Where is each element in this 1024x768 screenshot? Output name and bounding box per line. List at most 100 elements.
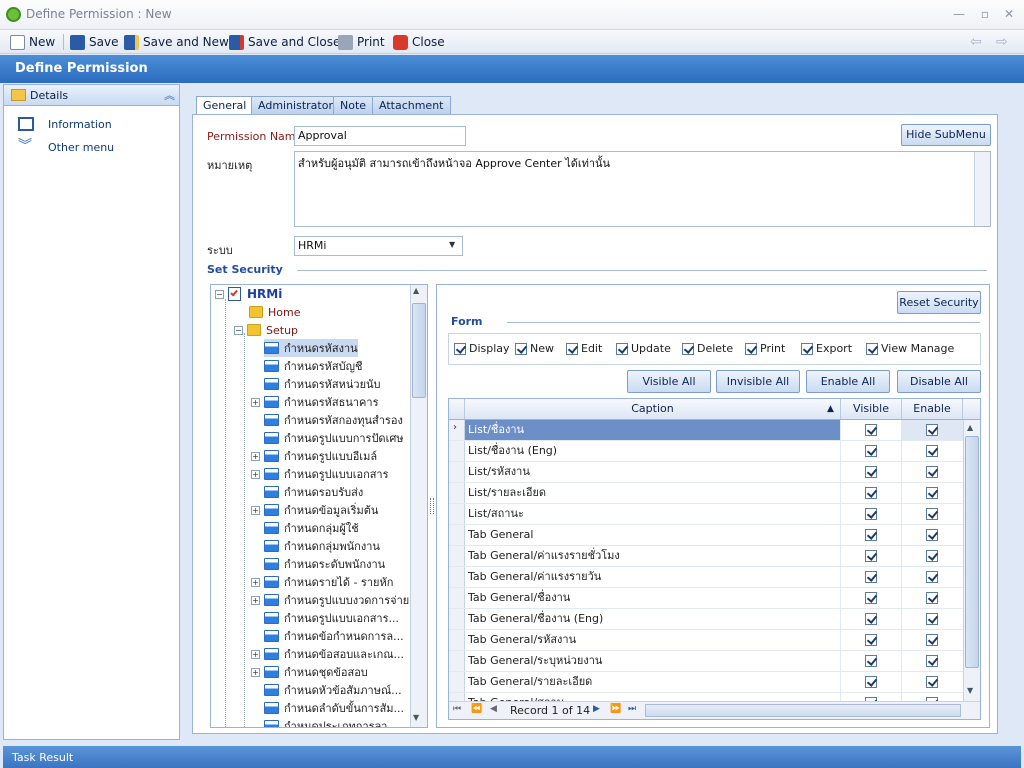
permission-name-input[interactable]: Approval (294, 126, 466, 146)
expand-icon[interactable]: + (251, 505, 260, 515)
tree-node-menu[interactable]: + กำหนดชุดข้อสอบ (251, 663, 368, 681)
forward-arrow-icon[interactable]: ⇨ (996, 33, 1008, 51)
visible-cell[interactable] (841, 420, 902, 440)
tree-node-menu[interactable]: + กำหนดรูปแบบเอกสาร (251, 465, 389, 483)
checkbox[interactable] (801, 342, 813, 355)
visible-checkbox[interactable] (865, 529, 877, 541)
disable-all-button[interactable]: Disable All (897, 370, 981, 393)
visible-cell[interactable] (841, 588, 902, 608)
scroll-up-icon[interactable]: ▲ (413, 286, 419, 295)
tree-node-menu[interactable]: กำหนดข้อกำหนดการล... (264, 627, 404, 645)
tree-node-menu[interactable]: กำหนดรูปแบบการปัดเศษ (264, 429, 404, 447)
permission-checkbox-display[interactable]: Display (454, 342, 510, 355)
first-record-icon[interactable]: ⏮ (453, 704, 461, 714)
tree-node-menu[interactable]: กำหนดรหัสหน่วยนับ (264, 375, 381, 393)
tree-scroll-thumb[interactable] (412, 303, 426, 398)
splitter-handle[interactable] (430, 498, 434, 514)
grid-hscroll-thumb[interactable] (645, 704, 961, 717)
enable-checkbox[interactable] (926, 613, 938, 625)
minimize-icon[interactable]: — (948, 5, 970, 23)
previous-page-icon[interactable]: ⏪ (471, 704, 482, 714)
checkbox[interactable] (515, 342, 527, 355)
table-row[interactable]: › List/ชื่องาน (449, 420, 963, 441)
grid-scrollbar[interactable]: ▲ ▼ (963, 420, 980, 701)
grid-scroll-thumb[interactable] (965, 436, 979, 668)
enable-cell[interactable] (902, 630, 963, 650)
scroll-down-icon[interactable]: ▼ (967, 686, 973, 695)
sidebar-item-information[interactable]: Information (18, 115, 168, 133)
enable-checkbox[interactable] (926, 466, 938, 478)
enable-cell[interactable] (902, 420, 963, 440)
visible-cell[interactable] (841, 567, 902, 587)
note-scrollbar[interactable] (974, 152, 990, 226)
tree-node-menu[interactable]: + กำหนดรายได้ - รายหัก (251, 573, 393, 591)
visible-cell[interactable] (841, 672, 902, 692)
table-row[interactable]: Tab General/ชื่องาน (449, 588, 963, 609)
visible-cell[interactable] (841, 630, 902, 650)
print-button[interactable]: Print (338, 33, 385, 51)
visible-all-button[interactable]: Visible All (627, 370, 711, 393)
enable-column-header[interactable]: Enable (902, 399, 963, 419)
save-and-close-button[interactable]: Save and Close (229, 33, 340, 51)
enable-checkbox[interactable] (926, 592, 938, 604)
enable-cell[interactable] (902, 546, 963, 566)
expand-icon[interactable]: + (251, 577, 260, 587)
table-row[interactable]: Tab General/รายละเอียด (449, 672, 963, 693)
enable-cell[interactable] (902, 651, 963, 671)
enable-cell[interactable] (902, 567, 963, 587)
tab-administrator[interactable]: Administrator (251, 96, 340, 114)
tree-node-root[interactable]: − HRMi (215, 285, 282, 303)
visible-checkbox[interactable] (865, 634, 877, 646)
visible-checkbox[interactable] (865, 655, 877, 667)
caption-cell[interactable]: Tab General/รายละเอียด (465, 672, 841, 692)
collapse-chevron-icon[interactable]: ︽ (164, 87, 175, 103)
table-row[interactable]: Tab General/ค่าแรงรายวัน (449, 567, 963, 588)
close-button[interactable]: Close (393, 33, 445, 51)
visible-checkbox[interactable] (865, 445, 877, 457)
table-row[interactable]: List/สถานะ (449, 504, 963, 525)
table-row[interactable]: Tab General (449, 525, 963, 546)
enable-checkbox[interactable] (926, 655, 938, 667)
enable-cell[interactable] (902, 609, 963, 629)
enable-cell[interactable] (902, 483, 963, 503)
enable-checkbox[interactable] (926, 571, 938, 583)
table-row[interactable]: Tab General/ระบุหน่วยงาน (449, 651, 963, 672)
back-arrow-icon[interactable]: ⇦ (970, 33, 982, 51)
enable-checkbox[interactable] (926, 634, 938, 646)
chevron-down-icon[interactable]: ▼ (449, 240, 455, 249)
enable-cell[interactable] (902, 462, 963, 482)
maximize-icon[interactable]: ▫ (974, 5, 996, 23)
visible-cell[interactable] (841, 651, 902, 671)
permission-checkbox-delete[interactable]: Delete (682, 342, 733, 355)
permission-checkbox-update[interactable]: Update (616, 342, 671, 355)
visible-column-header[interactable]: Visible (841, 399, 902, 419)
expand-icon[interactable]: + (251, 397, 260, 407)
tree-node-menu[interactable]: กำหนดรหัสงาน (264, 339, 358, 357)
tree-node-menu[interactable]: + กำหนดข้อมูลเริ่มต้น (251, 501, 378, 519)
last-record-icon[interactable]: ⏭ (628, 704, 636, 714)
caption-cell[interactable]: Tab General/ค่าแรงรายวัน (465, 567, 841, 587)
visible-cell[interactable] (841, 441, 902, 461)
expand-icon[interactable]: + (251, 451, 260, 461)
expand-icon[interactable]: + (251, 667, 260, 677)
table-row[interactable]: List/รายละเอียด (449, 483, 963, 504)
visible-cell[interactable] (841, 609, 902, 629)
tree-node-menu[interactable]: กำหนดรหัสกองทุนสำรอง (264, 411, 403, 429)
enable-all-button[interactable]: Enable All (806, 370, 890, 393)
caption-cell[interactable]: List/รหัสงาน (465, 462, 841, 482)
expand-icon[interactable]: + (251, 469, 260, 479)
visible-checkbox[interactable] (865, 592, 877, 604)
visible-checkbox[interactable] (865, 613, 877, 625)
enable-checkbox[interactable] (926, 487, 938, 499)
tree-node-setup[interactable]: − Setup (234, 321, 298, 339)
table-row[interactable]: List/รหัสงาน (449, 462, 963, 483)
enable-checkbox[interactable] (926, 445, 938, 457)
next-page-icon[interactable]: ⏩ (610, 704, 621, 714)
enable-cell[interactable] (902, 672, 963, 692)
visible-cell[interactable] (841, 462, 902, 482)
caption-cell[interactable]: Tab General (465, 525, 841, 545)
enable-cell[interactable] (902, 504, 963, 524)
tree-scrollbar[interactable]: ▲ ▼ (410, 285, 427, 727)
tree-node-menu[interactable]: กำหนดลำดับขั้นการสัม... (264, 699, 404, 717)
visible-checkbox[interactable] (865, 571, 877, 583)
